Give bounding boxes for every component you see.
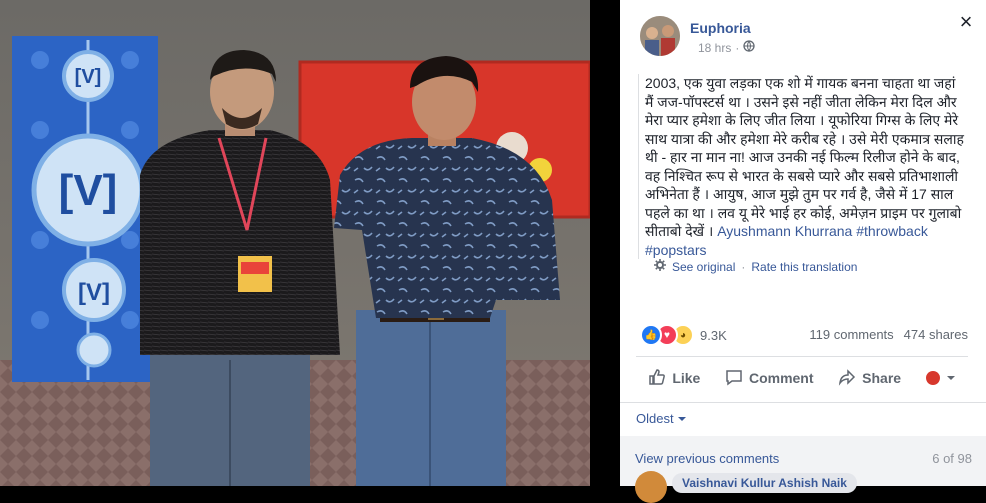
share-button[interactable]: Share: [838, 368, 901, 389]
translation-separator: ·: [741, 259, 746, 274]
post-message: 2003, एक युवा लड़का एक शो में गायक बनना …: [638, 74, 967, 259]
thumbs-up-icon: [648, 368, 666, 389]
reactions-count[interactable]: 9.3K: [700, 328, 727, 343]
photo-viewer: [V] [V] [V]: [0, 0, 608, 486]
comment-button[interactable]: Comment: [725, 368, 814, 389]
board-logo-mid: [V]: [78, 279, 110, 306]
comment-sort-label: Oldest: [636, 411, 674, 426]
comment-sort-dropdown[interactable]: Oldest: [636, 411, 686, 426]
comments-divider: [620, 402, 986, 403]
board-logo-large: [V]: [59, 166, 118, 215]
close-icon[interactable]: ×: [956, 11, 976, 33]
globe-icon[interactable]: [743, 40, 756, 55]
like-label: Like: [672, 370, 701, 386]
comments-section: View previous comments 6 of 98 Vaishnavi…: [620, 436, 986, 503]
meta-separator: ·: [735, 40, 740, 55]
see-original-link[interactable]: See original: [672, 260, 735, 274]
rate-translation-link[interactable]: Rate this translation: [751, 260, 857, 274]
engagement-counts: 119 comments 474 shares: [809, 327, 968, 342]
translation-bar: See original · Rate this translation: [654, 259, 857, 274]
profile-avatar-small: [925, 371, 940, 385]
like-button[interactable]: Like: [648, 368, 700, 389]
gear-icon[interactable]: [654, 259, 666, 274]
view-previous-comments-link[interactable]: View previous comments: [635, 451, 779, 466]
page-avatar[interactable]: [640, 16, 680, 56]
post-photo[interactable]: [V] [V] [V]: [0, 0, 590, 486]
audience-selector[interactable]: [925, 370, 956, 386]
board-logo-small: [V]: [75, 66, 102, 88]
comments-pagination: 6 of 98: [932, 451, 972, 466]
comment-author[interactable]: Vaishnavi Kullur Ashish Naik: [672, 473, 857, 493]
page-name-link[interactable]: Euphoria: [690, 20, 751, 36]
divider: [636, 356, 968, 357]
comments-count[interactable]: 119 comments: [809, 327, 893, 342]
comment-label: Comment: [748, 370, 814, 386]
like-reaction-icon: 👍: [640, 324, 662, 346]
chevron-down-icon: [946, 370, 956, 386]
post-time[interactable]: 18 hrs: [698, 41, 731, 55]
photo-illustration: [V] [V] [V]: [0, 0, 590, 486]
reactions-summary[interactable]: 👍 ♥ ◕ 9.3K: [640, 324, 727, 346]
avatar[interactable]: [635, 471, 667, 503]
shares-count[interactable]: 474 shares: [904, 327, 968, 342]
avatar-image: [640, 16, 680, 56]
share-label: Share: [862, 370, 902, 386]
post-sidebar: × Euphoria 18 hrs · 2003, एक युवा लड़का …: [620, 0, 986, 503]
caret-down-icon: [677, 411, 686, 426]
comment-icon: [725, 368, 743, 389]
post-meta: 18 hrs ·: [698, 40, 756, 55]
post-text-body: 2003, एक युवा लड़का एक शो में गायक बनना …: [645, 75, 964, 239]
share-icon: [838, 368, 856, 389]
action-bar: Like Comment Share: [636, 362, 968, 394]
